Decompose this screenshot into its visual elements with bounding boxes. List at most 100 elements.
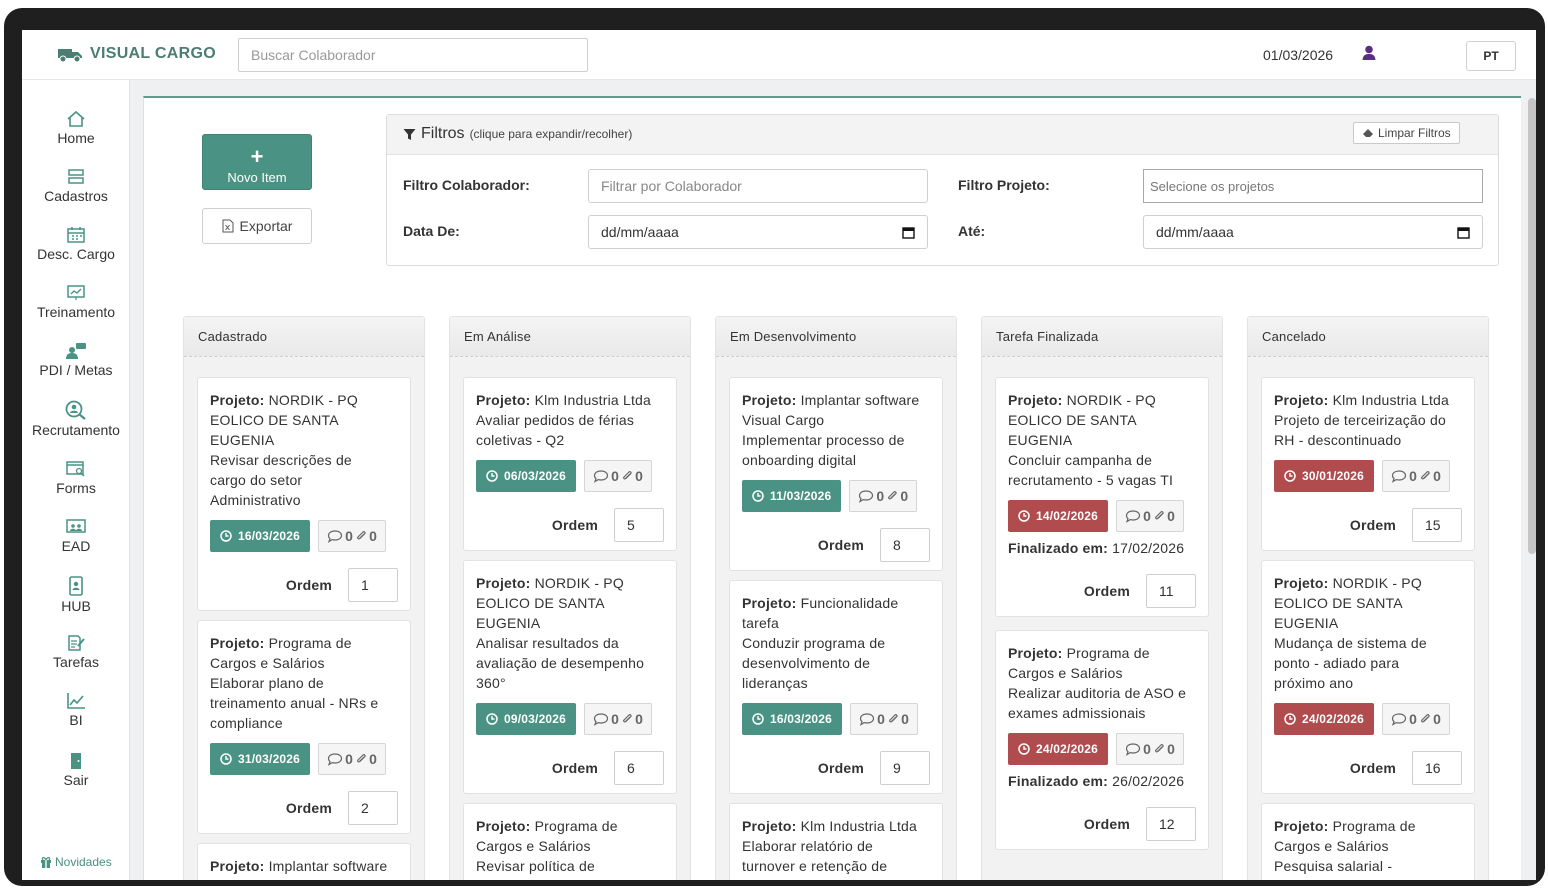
filters-title: Filtros (clique para expandir/recolher) [403, 125, 632, 143]
sidebar-item-sair[interactable]: Sair [22, 752, 130, 788]
user-icon[interactable] [1362, 45, 1376, 61]
comments-attachments-badge[interactable]: 00 [318, 520, 387, 552]
sidebar-label: HUB [61, 598, 91, 614]
card-text-line: EOLICO DE SANTA [1008, 412, 1137, 428]
card-project: Projeto: Klm Industria Ltda [742, 816, 930, 836]
comments-count: 0 [611, 468, 620, 484]
comments-attachments-badge[interactable]: 00 [1382, 703, 1451, 735]
ordem-label: Ordem [1349, 760, 1396, 776]
ordem-input[interactable] [348, 791, 398, 825]
comments-attachments-badge[interactable]: 00 [850, 703, 919, 735]
paperclip-icon [623, 471, 632, 480]
card-badges: 06/03/2026 0 0 [476, 460, 664, 492]
novo-item-button[interactable]: + Novo Item [202, 134, 312, 190]
limpar-filtros-button[interactable]: Limpar Filtros [1353, 122, 1460, 144]
attachments-count: 0 [900, 488, 909, 504]
ordem-row: Ordem [1008, 566, 1196, 616]
card-project: Projeto: Programa de [210, 633, 398, 653]
comment-icon [593, 713, 609, 726]
language-button[interactable]: PT [1466, 41, 1516, 71]
card-text-line: Cargos e Salários [476, 838, 591, 854]
ordem-input[interactable] [880, 751, 930, 785]
task-card[interactable]: Projeto: Klm Industria Ltda Projeto de te… [1261, 377, 1475, 551]
sidebar-item-pdi-metas[interactable]: PDI / Metas [22, 342, 130, 378]
sidebar-item-tarefas[interactable]: Tarefas [22, 634, 130, 670]
ordem-row: Ordem [1274, 743, 1462, 793]
card-badges: 30/01/2026 0 0 [1274, 460, 1462, 492]
comments-attachments-badge[interactable]: 00 [1116, 500, 1185, 532]
card-text-line: Conduzir programa de [742, 635, 886, 651]
sidebar-item-bi[interactable]: BI [22, 692, 130, 728]
filters-title-text: Filtros [421, 125, 465, 142]
sidebar-item-home[interactable]: Home [22, 110, 130, 146]
task-card[interactable]: Projeto: Klm Industria Ltda Avaliar pedid… [463, 377, 677, 551]
comments-attachments-badge[interactable]: 00 [318, 743, 387, 775]
project-name: Klm Industria Ltda [800, 818, 918, 834]
project-name: NORDIK - PQ [268, 392, 358, 408]
clock-icon [1284, 470, 1296, 482]
attachments-count: 0 [635, 468, 644, 484]
exportar-button[interactable]: Exportar [202, 208, 312, 244]
task-card[interactable]: Projeto: NORDIK - PQ EOLICO DE SANTA EUGEN… [995, 377, 1209, 617]
comments-attachments-badge[interactable]: 00 [1116, 733, 1185, 765]
comments-attachments-badge[interactable]: 00 [849, 480, 918, 512]
comments-attachments-badge[interactable]: 00 [584, 460, 653, 492]
comments-count: 0 [1143, 508, 1152, 524]
ordem-input[interactable] [880, 528, 930, 562]
filtro-projeto-select[interactable]: Selecione os projetos [1143, 169, 1483, 203]
ordem-input[interactable] [1412, 751, 1462, 785]
task-card[interactable]: Projeto: Programa de Cargos e Salários Ela… [197, 620, 411, 834]
filtro-colaborador-input[interactable] [588, 169, 928, 203]
task-card[interactable]: Projeto: Programa de Cargos e Salários Rev… [463, 803, 677, 880]
sidebar-item-cadastros[interactable]: Cadastros [22, 168, 130, 204]
card-badges: 14/02/2026 0 0 [1008, 500, 1196, 532]
sidebar-item-ead[interactable]: EAD [22, 518, 130, 554]
sidebar-item-treinamento[interactable]: Treinamento [22, 284, 130, 320]
ordem-input[interactable] [1146, 807, 1196, 841]
task-card[interactable]: Projeto: Funcionalidade tarefa Conduzir pr… [729, 580, 943, 794]
data-de-label: Data De: [403, 223, 460, 239]
task-card[interactable]: Projeto: NORDIK - PQ EOLICO DE SANTA EUGEN… [463, 560, 677, 794]
ordem-input[interactable] [614, 508, 664, 542]
logo[interactable]: VISUAL CARGO [56, 45, 216, 63]
ordem-input[interactable] [614, 751, 664, 785]
card-text-line: treinamento anual - NRs e [210, 695, 379, 711]
ordem-row: Ordem [210, 560, 398, 610]
task-card[interactable]: Projeto: NORDIK - PQ EOLICO DE SANTA EUGEN… [197, 377, 411, 611]
ate-input[interactable]: dd/mm/aaaa [1143, 215, 1483, 249]
task-card[interactable]: Projeto: Implantar software [197, 843, 411, 880]
ordem-input[interactable] [348, 568, 398, 602]
sidebar-item-forms[interactable]: Forms [22, 460, 130, 496]
task-card[interactable]: Projeto: Klm Industria Ltda Elaborar rela… [729, 803, 943, 880]
clock-icon [486, 713, 498, 725]
due-date: 30/01/2026 [1302, 469, 1365, 483]
ordem-input[interactable] [1412, 508, 1462, 542]
clock-icon [220, 530, 232, 542]
comments-attachments-badge[interactable]: 00 [584, 703, 653, 735]
ordem-input[interactable] [1146, 574, 1196, 608]
clock-icon [220, 753, 232, 765]
task-card[interactable]: Projeto: Implantar software Visual Cargo I… [729, 377, 943, 571]
comments-attachments-badge[interactable]: 00 [1382, 460, 1451, 492]
task-card[interactable]: Projeto: Programa de Cargos e Salários Pes… [1261, 803, 1475, 880]
ordem-row: Ordem [1274, 500, 1462, 550]
ordem-label: Ordem [1349, 517, 1396, 533]
sidebar-item-desc-cargo[interactable]: Desc. Cargo [22, 226, 130, 262]
search-colaborador-input[interactable] [238, 38, 588, 72]
gift-icon [41, 857, 51, 868]
filters-header[interactable]: Filtros (clique para expandir/recolher) … [387, 115, 1498, 155]
project-prefix: Projeto: [1274, 575, 1329, 591]
card-text-line: desenvolvimento de [742, 655, 871, 671]
comment-icon [1391, 470, 1407, 483]
task-card[interactable]: Projeto: NORDIK - PQ EOLICO DE SANTA EUGEN… [1261, 560, 1475, 794]
card-text-line: Administrativo [210, 492, 301, 508]
data-de-input[interactable]: dd/mm/aaaa [588, 215, 928, 249]
project-name: Programa de [1066, 645, 1150, 661]
sidebar-item-hub[interactable]: HUB [22, 576, 130, 614]
sidebar-item-recrutamento[interactable]: Recrutamento [22, 400, 130, 438]
task-card[interactable]: Projeto: Programa de Cargos e Salários Rea… [995, 630, 1209, 850]
novidades-link[interactable]: Novidades [40, 855, 112, 869]
vertical-scrollbar[interactable] [1528, 98, 1536, 554]
card-text-line: avaliação de desempenho [476, 655, 645, 671]
paperclip-icon [357, 531, 366, 540]
